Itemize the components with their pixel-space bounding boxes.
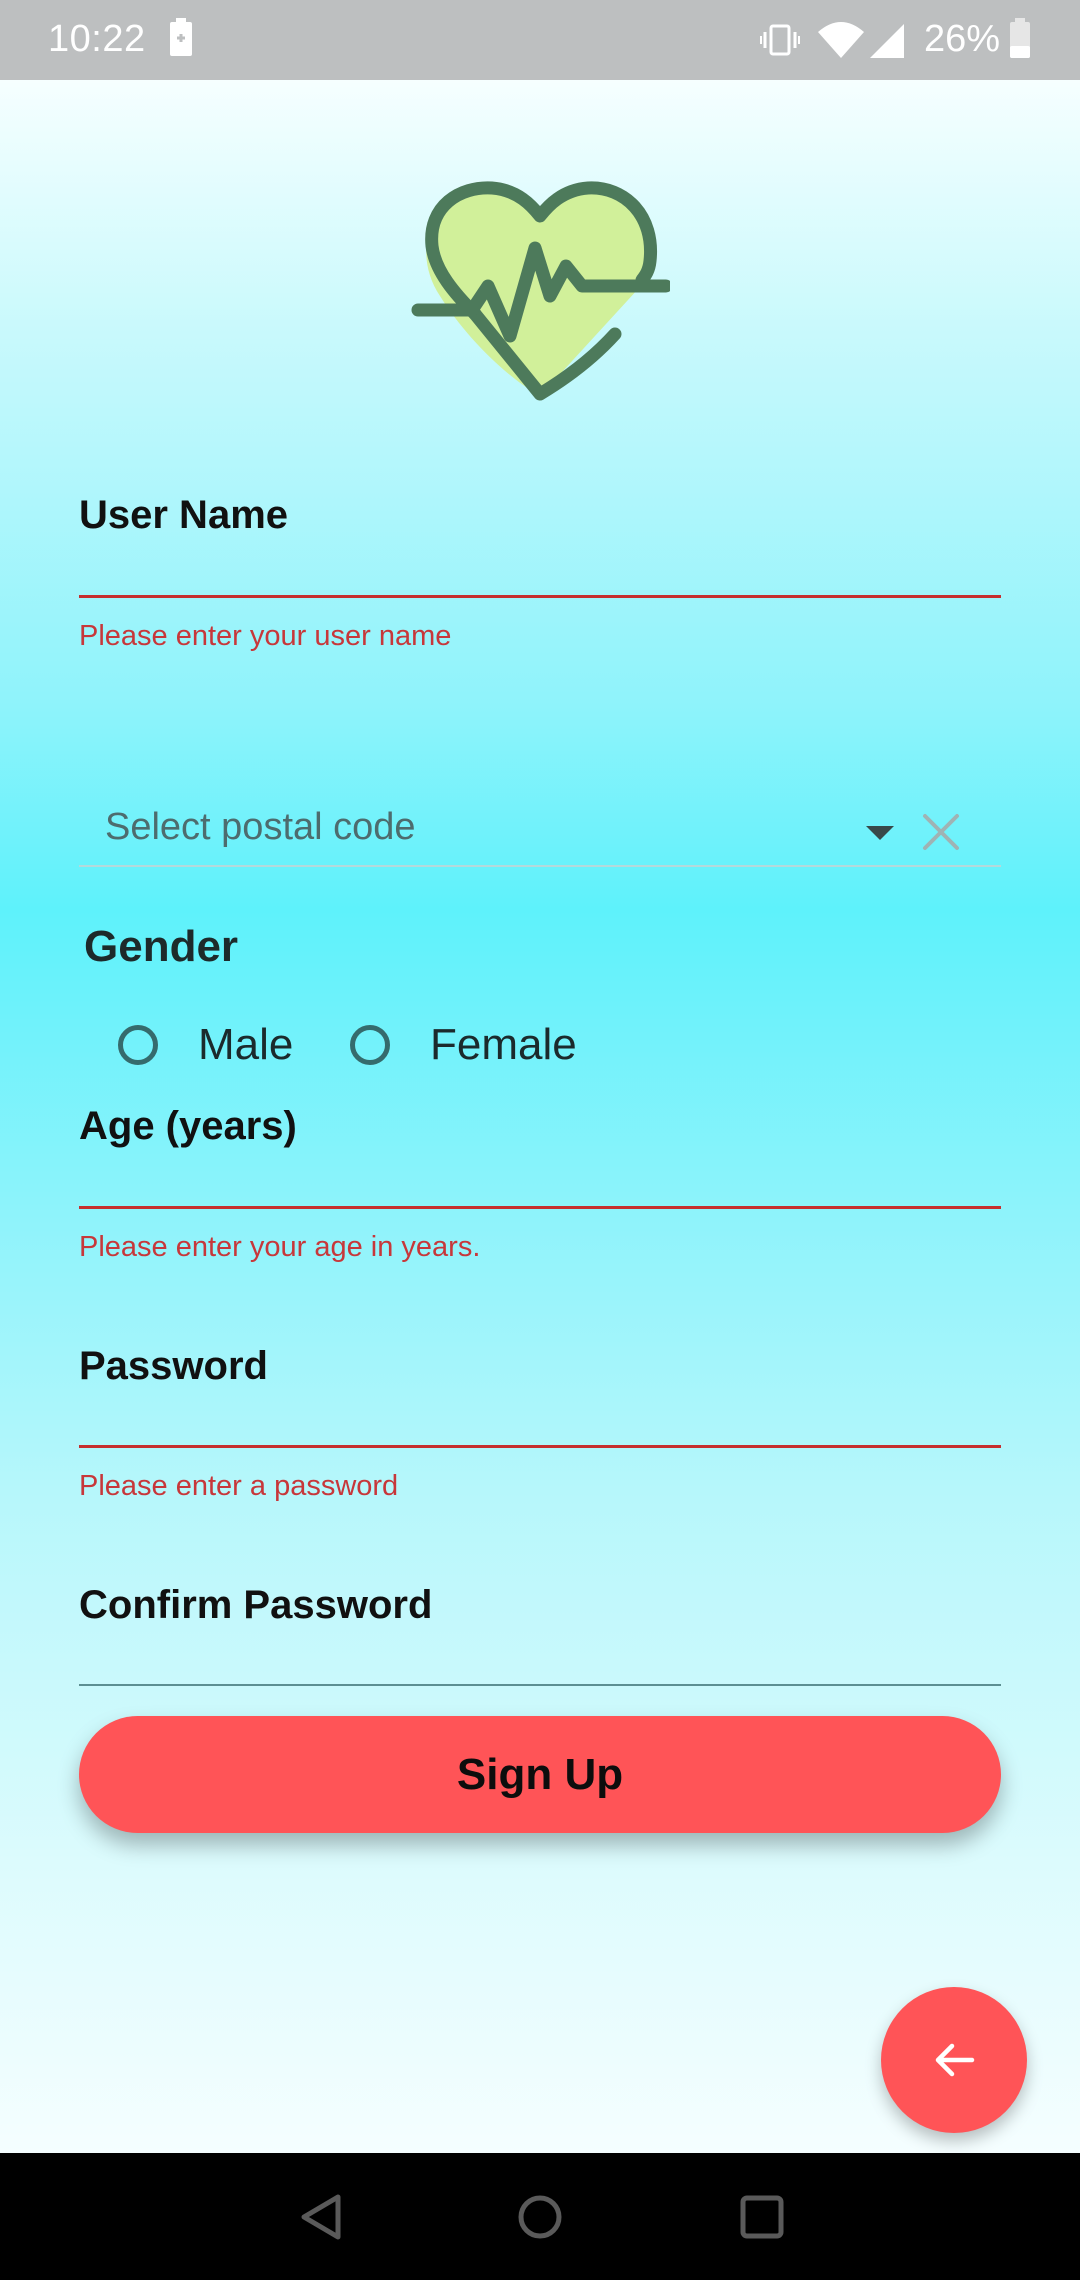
dropdown-arrow-icon[interactable] xyxy=(866,826,894,840)
password-underline xyxy=(79,1445,1001,1448)
battery-percent: 26% xyxy=(924,18,1001,60)
age-underline xyxy=(79,1206,1001,1209)
close-icon[interactable] xyxy=(921,812,961,852)
back-nav-icon[interactable] xyxy=(296,2191,348,2243)
signup-screen: User Name Please enter your user name Se… xyxy=(0,80,1080,2153)
arrow-back-icon xyxy=(935,2043,975,2077)
confirm-password-underline xyxy=(79,1684,1001,1686)
username-underline xyxy=(79,595,1001,598)
age-error: Please enter your age in years. xyxy=(79,1231,481,1263)
cell-signal-icon xyxy=(870,24,904,58)
sign-up-button[interactable]: Sign Up xyxy=(79,1716,1001,1833)
postal-code-placeholder: Select postal code xyxy=(105,806,416,848)
back-fab-button[interactable] xyxy=(881,1987,1027,2133)
confirm-password-label: Confirm Password xyxy=(79,1583,433,1627)
home-nav-icon[interactable] xyxy=(514,2191,566,2243)
radio-female-label: Female xyxy=(430,1020,577,1069)
heart-pulse-icon xyxy=(411,181,670,401)
status-time: 10:22 xyxy=(48,18,146,60)
radio-male-label: Male xyxy=(198,1020,294,1069)
postal-code-dropdown[interactable]: Select postal code xyxy=(79,720,1001,867)
radio-male[interactable] xyxy=(118,1025,158,1065)
username-error: Please enter your user name xyxy=(79,620,452,652)
battery-charging-icon xyxy=(170,18,192,56)
status-bar: 10:22 26% xyxy=(0,0,1080,80)
vibrate-icon xyxy=(760,24,800,56)
navigation-bar xyxy=(0,2153,1080,2280)
gender-option-female[interactable]: Female xyxy=(350,1020,577,1070)
password-label: Password xyxy=(79,1344,268,1388)
gender-option-male[interactable]: Male xyxy=(118,1020,293,1070)
wifi-icon xyxy=(818,22,864,58)
postal-code-underline xyxy=(79,865,1001,867)
password-error: Please enter a password xyxy=(79,1470,399,1502)
recents-nav-icon[interactable] xyxy=(736,2191,788,2243)
battery-icon xyxy=(1010,18,1030,58)
radio-female[interactable] xyxy=(350,1025,390,1065)
age-label: Age (years) xyxy=(79,1104,297,1148)
username-label: User Name xyxy=(79,493,289,537)
gender-title: Gender xyxy=(84,922,239,971)
